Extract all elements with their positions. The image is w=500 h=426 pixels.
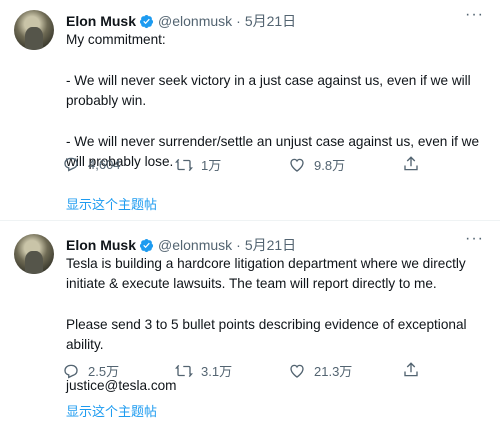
avatar[interactable] — [14, 234, 54, 274]
share-button[interactable] — [402, 155, 428, 173]
author-name[interactable]: Elon Musk — [66, 237, 136, 253]
reply-button[interactable]: 4,604 — [62, 155, 121, 173]
like-button[interactable]: 9.8万 — [288, 155, 345, 174]
like-icon — [290, 158, 304, 172]
retweet-icon — [175, 364, 193, 377]
like-count: 21.3万 — [314, 364, 353, 379]
tweet-paragraph: - We will never seek victory in a just c… — [66, 73, 471, 108]
verified-badge-icon — [139, 238, 154, 252]
more-icon[interactable]: ··· — [465, 230, 484, 248]
like-icon — [290, 364, 304, 378]
retweet-count: 1万 — [201, 158, 222, 173]
like-count: 9.8万 — [314, 158, 346, 173]
show-thread-link[interactable]: 显示这个主题帖 — [66, 194, 157, 213]
tweet-header: Elon Musk @elonmusk · 5月21日 — [66, 11, 296, 31]
reply-count: 4,604 — [88, 156, 121, 172]
share-icon — [404, 156, 418, 171]
tweet-date[interactable]: 5月21日 — [245, 11, 296, 31]
verified-badge-icon — [139, 14, 154, 28]
tweet[interactable]: Elon Musk @elonmusk · 5月21日 ··· My commi… — [0, 0, 500, 220]
avatar[interactable] — [14, 10, 54, 50]
retweet-count: 3.1万 — [201, 364, 233, 379]
tweet-paragraph: My commitment: — [66, 32, 166, 47]
tweet-actions: 4,604 1万 9.8万 — [62, 155, 432, 175]
reply-icon — [64, 364, 78, 378]
share-button[interactable] — [402, 361, 428, 379]
separator-dot: · — [236, 13, 241, 29]
tweet-date[interactable]: 5月21日 — [245, 235, 296, 255]
tweet-header: Elon Musk @elonmusk · 5月21日 — [66, 235, 296, 255]
reply-count: 2.5万 — [88, 364, 120, 379]
tweet[interactable]: Elon Musk @elonmusk · 5月21日 ··· Tesla is… — [0, 221, 500, 426]
retweet-button[interactable]: 1万 — [175, 155, 221, 174]
more-icon[interactable]: ··· — [465, 6, 484, 24]
author-name[interactable]: Elon Musk — [66, 13, 136, 29]
retweet-button[interactable]: 3.1万 — [175, 361, 232, 380]
author-handle[interactable]: @elonmusk — [158, 13, 232, 29]
tweet-paragraph: Please send 3 to 5 bullet points describ… — [66, 317, 467, 352]
tweet-body: My commitment: - We will never seek vict… — [66, 30, 490, 172]
tweet-paragraph: Tesla is building a hardcore litigation … — [66, 256, 466, 291]
retweet-icon — [175, 158, 193, 171]
reply-button[interactable]: 2.5万 — [62, 361, 119, 380]
tweet-actions: 2.5万 3.1万 21.3万 — [62, 361, 432, 381]
share-icon — [404, 362, 418, 377]
author-handle[interactable]: @elonmusk — [158, 237, 232, 253]
reply-icon — [64, 157, 78, 172]
separator-dot: · — [236, 237, 241, 253]
like-button[interactable]: 21.3万 — [288, 361, 352, 380]
show-thread-link[interactable]: 显示这个主题帖 — [66, 401, 157, 420]
